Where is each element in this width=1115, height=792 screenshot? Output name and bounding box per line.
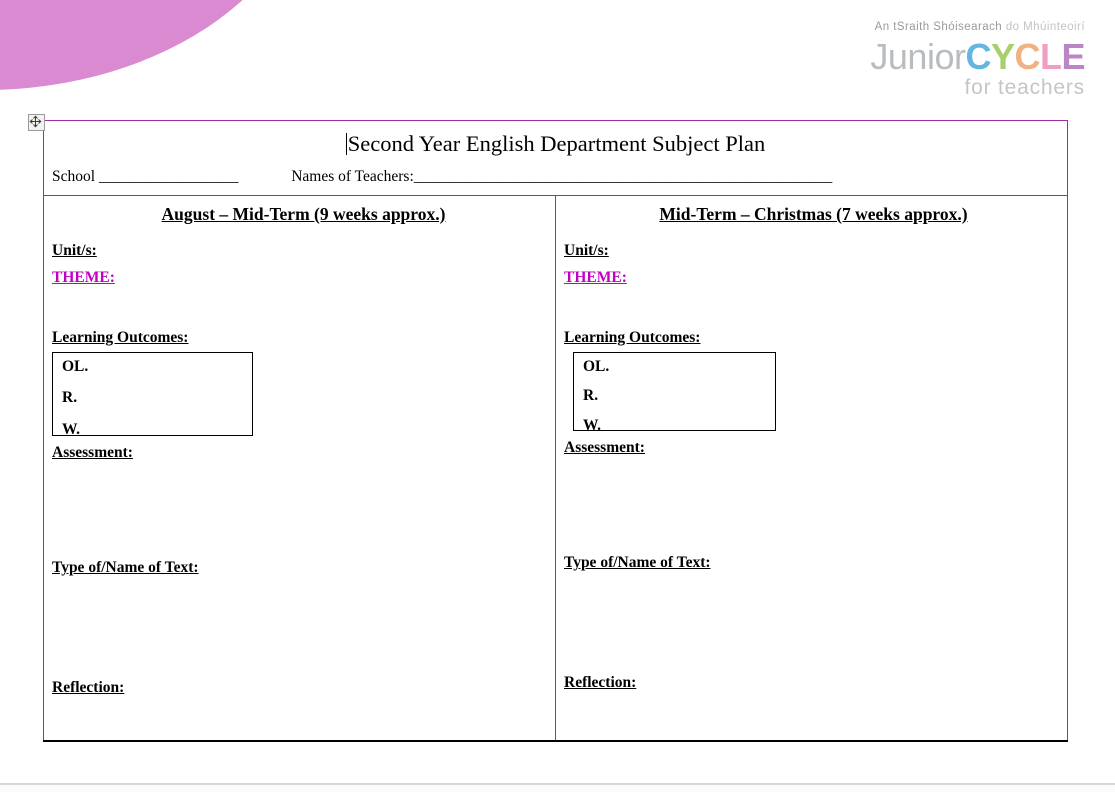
- logo-word-junior: Junior: [870, 35, 966, 77]
- logo-tagline-strong: An tSraith Shóisearach: [874, 21, 1003, 33]
- logo-tagline: An tSraith Shóisearach do Mhúinteoirí: [870, 21, 1085, 34]
- school-label: School: [52, 167, 96, 185]
- identification-line: School __________________ Names of Teach…: [44, 167, 1067, 185]
- column-heading-2: Mid-Term – Christmas (7 weeks approx.): [659, 204, 968, 224]
- text-type-label-2: Type of/Name of Text:: [564, 554, 711, 571]
- term-cell-august-midterm[interactable]: August – Mid-Term (9 weeks approx.) Unit…: [43, 195, 556, 742]
- learning-outcomes-box-1[interactable]: OL. R. W.: [52, 351, 253, 438]
- page-title-text: Second Year English Department Subject P…: [347, 131, 766, 156]
- term-cell-midterm-christmas[interactable]: Mid-Term – Christmas (7 weeks approx.) U…: [555, 195, 1068, 742]
- outcome-reading-2: R.: [583, 387, 599, 404]
- jct-logo: An tSraith Shóisearach do Mhúinteoirí Ju…: [870, 21, 1085, 100]
- outcome-writing-2: W.: [583, 416, 601, 434]
- theme-label-1: THEME:: [52, 268, 115, 286]
- table-move-handle-icon[interactable]: [28, 114, 45, 131]
- theme-label-2: THEME:: [564, 268, 627, 286]
- logo-subline: for teachers: [964, 76, 1085, 100]
- school-input[interactable]: __________________: [99, 168, 239, 185]
- outcome-oral-language-1: OL.: [62, 357, 89, 375]
- logo-tagline-light: do Mhúinteoirí: [1005, 21, 1085, 33]
- table-body-row: August – Mid-Term (9 weeks approx.) Unit…: [43, 195, 1068, 742]
- reflection-label-1: Reflection:: [52, 678, 125, 696]
- logo-letter-e: E: [1061, 35, 1085, 77]
- logo-letter-c1: C: [965, 35, 991, 77]
- learning-outcomes-label-2: Learning Outcomes:: [564, 329, 701, 346]
- page-outside-area: [0, 785, 1115, 792]
- text-type-label-1: Type of/Name of Text:: [52, 559, 199, 576]
- assessment-label-2: Assessment:: [564, 438, 645, 456]
- logo-letter-y: Y: [990, 35, 1015, 77]
- page-title: Second Year English Department Subject P…: [44, 121, 1067, 156]
- outcome-reading-1: R.: [62, 389, 78, 406]
- text-cursor: [345, 133, 347, 155]
- learning-outcomes-label-1: Learning Outcomes:: [52, 329, 189, 346]
- units-label-2: Unit/s:: [564, 242, 609, 259]
- assessment-label-1: Assessment:: [52, 443, 133, 461]
- units-label-1: Unit/s:: [52, 242, 97, 259]
- teachers-label: Names of Teachers:: [291, 167, 414, 185]
- column-heading-1: August – Mid-Term (9 weeks approx.): [161, 204, 446, 224]
- decorative-pink-blob: [0, 0, 315, 90]
- reflection-label-2: Reflection:: [564, 673, 637, 691]
- outcome-writing-1: W.: [62, 420, 80, 438]
- logo-letter-c2: C: [1014, 35, 1040, 77]
- teachers-input[interactable]: ________________________________________…: [414, 168, 833, 185]
- page-bottom-edge: [0, 783, 1115, 785]
- subject-plan-table: Second Year English Department Subject P…: [43, 120, 1068, 742]
- outcome-oral-language-2: OL.: [583, 357, 610, 375]
- logo-wordmark: JuniorCYCLE: [870, 35, 1085, 77]
- logo-letter-l: L: [1039, 35, 1062, 77]
- table-header-row: Second Year English Department Subject P…: [43, 120, 1068, 196]
- learning-outcomes-box-2[interactable]: OL. R. W.: [573, 351, 776, 434]
- header-cell[interactable]: Second Year English Department Subject P…: [43, 120, 1068, 196]
